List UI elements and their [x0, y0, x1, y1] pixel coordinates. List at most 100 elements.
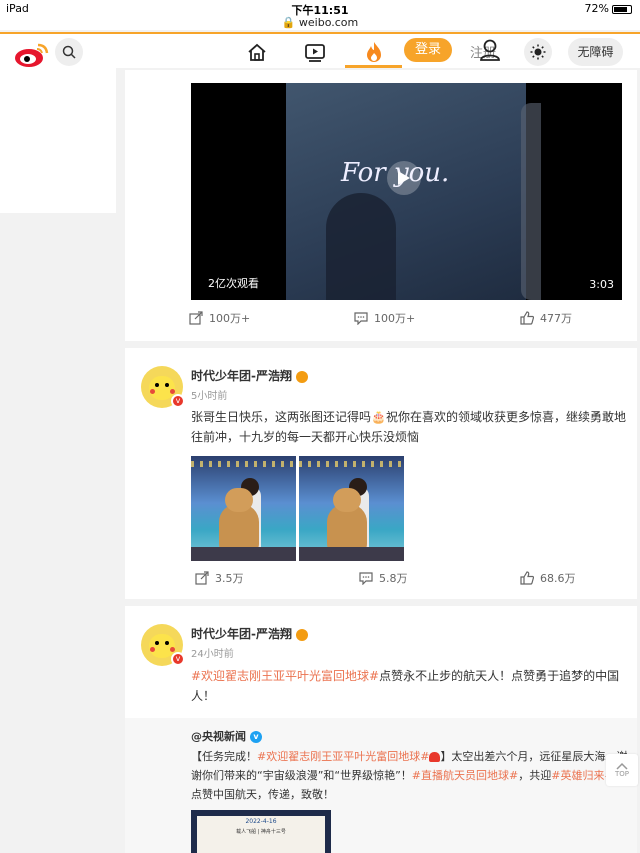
like-button[interactable]: 477万: [520, 310, 572, 326]
search-icon: [62, 45, 76, 59]
hot-tab[interactable]: [362, 40, 386, 64]
post-text: 张哥生日快乐，这两张图还记得吗🎂祝你在喜欢的领域收获更多惊喜，继续勇敢地往前冲，…: [191, 410, 626, 444]
comment-count: 100万+: [374, 312, 416, 325]
comment-icon: [354, 312, 368, 325]
repost-image-subtitle: 载人飞船 | 神舟十三号: [236, 829, 286, 835]
comment-count: 5.8万: [379, 572, 408, 585]
comment-icon: [359, 572, 373, 585]
post-time[interactable]: 5小时前: [191, 387, 227, 402]
top-nav: 登录 注册 无障碍: [0, 32, 640, 68]
scroll-top-button[interactable]: TOP: [606, 754, 638, 786]
avatar-eye: [165, 641, 169, 645]
repost-image-card: 2022-4-16 载人飞船 | 神舟十三号: [197, 816, 325, 853]
teddy-bear-head: [333, 488, 361, 512]
weibo-logo-icon[interactable]: [14, 42, 50, 68]
topic-link[interactable]: #直播航天员回地球#: [412, 769, 518, 782]
user-button[interactable]: [479, 38, 501, 66]
theme-toggle-button[interactable]: [524, 38, 552, 66]
repost-count: 3.5万: [215, 572, 244, 585]
post-image[interactable]: [191, 456, 296, 561]
repost-count: 100万+: [209, 312, 251, 325]
photo-floor: [191, 547, 296, 561]
avatar-cheek: [170, 389, 175, 394]
repost-image[interactable]: 2022-4-16 载人飞船 | 神舟十三号: [191, 810, 331, 853]
login-button[interactable]: 登录: [404, 38, 452, 62]
like-count: 68.6万: [540, 572, 576, 585]
active-tab-indicator: [345, 65, 402, 68]
play-icon: [398, 171, 410, 185]
username-text: 时代少年团-严浩翔: [191, 627, 292, 641]
teddy-bear-head: [225, 488, 253, 512]
like-button[interactable]: 68.6万: [520, 570, 576, 586]
chevron-up-icon: [616, 762, 628, 770]
emoji-icon: [295, 370, 308, 383]
home-icon: [248, 43, 266, 61]
avatar-eye: [165, 383, 169, 387]
verified-blue-icon: v: [250, 731, 262, 743]
verified-badge-icon: v: [171, 394, 185, 408]
repost-text-prefix: 【任务完成！: [191, 750, 257, 763]
video-person-edge: [521, 103, 541, 300]
url-bar[interactable]: 🔒 weibo.com: [0, 16, 640, 29]
video-tab[interactable]: [303, 40, 327, 64]
repost-author-name: @央视新闻: [191, 730, 246, 743]
sun-icon: [530, 44, 546, 60]
avatar-cheek: [150, 389, 155, 394]
avatar-cheek: [150, 647, 155, 652]
search-button[interactable]: [55, 38, 83, 66]
stage-lights: [191, 461, 296, 467]
stage-lights: [299, 461, 404, 467]
repost-author[interactable]: @央视新闻 v: [191, 728, 262, 744]
post-time[interactable]: 24小时前: [191, 645, 234, 660]
battery-status: 72%: [585, 2, 632, 15]
left-sidebar: [0, 68, 116, 213]
emoji-icon: [295, 628, 308, 641]
repost-icon: [189, 311, 203, 325]
comment-button[interactable]: 5.8万: [359, 570, 408, 586]
home-tab[interactable]: [245, 40, 269, 64]
avatar-cheek: [170, 647, 175, 652]
url-text: weibo.com: [298, 16, 359, 29]
like-count: 477万: [540, 312, 572, 325]
accessibility-button[interactable]: 无障碍: [568, 38, 623, 66]
topic-link[interactable]: #欢迎翟志刚王亚平叶光富回地球#: [191, 669, 379, 683]
video-duration: 3:03: [589, 278, 614, 291]
repost-icon: [195, 571, 209, 585]
photo-floor: [299, 547, 404, 561]
flame-icon: [367, 42, 381, 62]
top-label: TOP: [614, 770, 629, 778]
comment-button[interactable]: 100万+: [354, 310, 415, 326]
post-card: v 时代少年团-严浩翔 5小时前 张哥生日快乐，这两张图还记得吗🎂祝你在喜欢的领…: [125, 348, 637, 599]
battery-text: 72%: [584, 2, 609, 15]
avatar-eye: [155, 383, 159, 387]
repost-button[interactable]: 100万+: [189, 310, 250, 326]
reposted-content[interactable]: @央视新闻 v 【任务完成！#欢迎翟志刚王亚平叶光富回地球# 】太空出差六个月，远征…: [125, 718, 637, 853]
video-post-card: For you. 2亿次观看 3:03 100万+ 100万+ 477万: [125, 70, 637, 341]
topic-link[interactable]: #英雄归来#: [551, 769, 613, 782]
video-icon: [305, 44, 325, 62]
username[interactable]: 时代少年团-严浩翔: [191, 367, 308, 384]
play-button[interactable]: [387, 161, 421, 195]
repost-text-mid2: ，共迎: [518, 769, 552, 782]
post-actions: 100万+ 100万+ 477万: [125, 310, 637, 334]
heart-icon: [429, 752, 441, 762]
post-card: v 时代少年团-严浩翔 24小时前 #欢迎翟志刚王亚平叶光富回地球#点赞永不止步…: [125, 606, 637, 853]
repost-image-date: 2022-4-16: [245, 818, 277, 825]
thumbs-up-icon: [520, 311, 534, 325]
video-player[interactable]: For you. 2亿次观看 3:03: [191, 83, 622, 300]
verified-badge-icon: v: [171, 652, 185, 666]
avatar-eye: [155, 641, 159, 645]
video-shadow-figure: [326, 193, 396, 300]
post-actions: 3.5万 5.8万 68.6万: [125, 570, 637, 594]
username-text: 时代少年团-严浩翔: [191, 369, 292, 383]
battery-icon: [612, 4, 632, 14]
post-image[interactable]: [299, 456, 404, 561]
view-count: 2亿次观看: [208, 277, 259, 290]
user-icon: [480, 39, 500, 61]
username[interactable]: 时代少年团-严浩翔: [191, 625, 308, 642]
post-text: #欢迎翟志刚王亚平叶光富回地球#点赞永不止步的航天人！点赞勇于追梦的中国人！: [191, 666, 631, 706]
repost-button[interactable]: 3.5万: [195, 570, 244, 586]
topic-link[interactable]: #欢迎翟志刚王亚平叶光富回地球#: [257, 750, 429, 763]
thumbs-up-icon: [520, 571, 534, 585]
repost-text: 【任务完成！#欢迎翟志刚王亚平叶光富回地球# 】太空出差六个月，远征星辰大海。谢谢…: [191, 747, 631, 804]
